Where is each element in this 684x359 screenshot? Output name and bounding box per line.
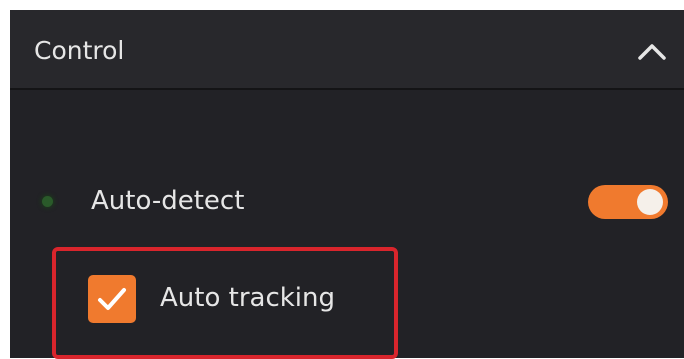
chevron-up-icon[interactable] [634,36,670,66]
auto-detect-toggle[interactable] [588,185,668,219]
auto-tracking-row: Auto tracking [10,272,684,326]
status-dot-icon [42,196,53,207]
auto-tracking-label: Auto tracking [160,283,336,313]
toggle-knob [637,189,663,215]
checkmark-icon [98,288,126,310]
auto-detect-label: Auto-detect [91,186,245,216]
control-panel-title: Control [34,36,125,65]
control-panel: Control Auto-detect Auto tracking [10,10,684,359]
control-panel-header[interactable]: Control [10,10,684,90]
auto-detect-row: Auto-detect [10,175,684,229]
auto-tracking-checkbox[interactable] [88,275,136,323]
